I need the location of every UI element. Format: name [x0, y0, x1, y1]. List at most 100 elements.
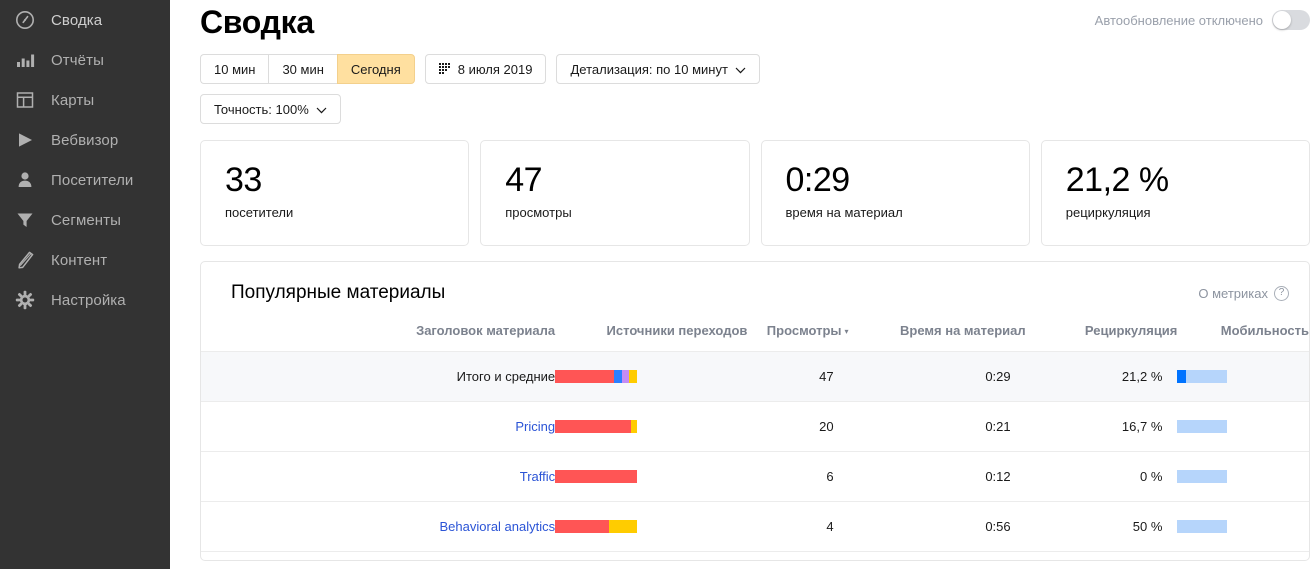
metric-card-views: 47 просмотры — [480, 140, 749, 246]
bar-segment-desktop — [1177, 520, 1227, 533]
mobility-stacked-bar — [1177, 520, 1227, 533]
page-header: Сводка Автообновление отключено — [170, 0, 1316, 44]
autoupdate-label: Автообновление отключено — [1095, 13, 1263, 28]
metric-label: рециркуляция — [1066, 205, 1309, 220]
table-row: Pricing 20 0:21 16,7 % — [201, 402, 1309, 452]
range-button-10min[interactable]: 10 мин — [200, 54, 268, 84]
cell-recirculation: 21,2 % — [1026, 352, 1178, 402]
sidebar-item-otchety[interactable]: Отчёты — [0, 40, 170, 80]
bar-segment-desktop — [1177, 470, 1227, 483]
table-row: Behavioral analytics 4 0:56 50 % — [201, 502, 1309, 552]
mobility-stacked-bar — [1177, 470, 1227, 483]
bar-chart-icon — [14, 49, 36, 71]
metric-value: 33 — [225, 161, 468, 199]
cell-views: 47 — [747, 352, 848, 402]
metric-card-visitors: 33 посетители — [200, 140, 469, 246]
about-metrics-link[interactable]: О метриках ? — [1198, 286, 1289, 301]
cell-title: Pricing — [201, 402, 555, 452]
popular-materials-panel: Популярные материалы О метриках ? Заголо… — [200, 261, 1310, 561]
cell-recirculation: 16,7 % — [1026, 402, 1178, 452]
detail-level-dropdown[interactable]: Детализация: по 10 минут — [556, 54, 759, 84]
metric-label: просмотры — [505, 205, 748, 220]
cell-mobility — [1177, 352, 1309, 402]
cell-views: 6 — [747, 452, 848, 502]
sidebar-item-vebvizor[interactable]: Вебвизор — [0, 120, 170, 160]
date-picker-label: 8 июля 2019 — [458, 62, 533, 77]
column-header-mobility[interactable]: Мобильность — [1177, 323, 1309, 352]
sidebar-item-posetiteli[interactable]: Посетители — [0, 160, 170, 200]
cell-views: 4 — [747, 502, 848, 552]
cell-time: 0:56 — [849, 502, 1026, 552]
cell-recirculation: 50 % — [1026, 502, 1178, 552]
column-header-views[interactable]: Просмотры▾ — [747, 323, 848, 352]
cell-sources — [555, 402, 747, 452]
range-button-today[interactable]: Сегодня — [337, 54, 415, 84]
person-icon — [14, 169, 36, 191]
sidebar-item-svodka[interactable]: Сводка — [0, 0, 170, 40]
date-picker-button[interactable]: 8 июля 2019 — [425, 54, 547, 84]
detail-level-label: Детализация: по 10 минут — [570, 62, 727, 77]
chevron-down-icon — [316, 102, 327, 117]
bar-segment-search — [629, 370, 637, 383]
sidebar-item-label: Настройка — [51, 292, 126, 309]
bar-segment-referral — [622, 370, 629, 383]
about-metrics-label: О метриках — [1198, 286, 1268, 301]
metric-value: 47 — [505, 161, 748, 199]
bar-segment-desktop — [1186, 370, 1227, 383]
pencil-icon — [14, 249, 36, 271]
column-header-title[interactable]: Заголовок материала — [201, 323, 555, 352]
time-range-group: 10 мин 30 мин Сегодня — [200, 54, 415, 84]
calendar-icon — [439, 63, 451, 75]
bar-segment-direct — [555, 420, 630, 433]
cell-time: 0:12 — [849, 452, 1026, 502]
material-link-traffic[interactable]: Traffic — [520, 469, 555, 484]
cell-time: 0:21 — [849, 402, 1026, 452]
question-circle-icon: ? — [1274, 286, 1289, 301]
sidebar-item-kontent[interactable]: Контент — [0, 240, 170, 280]
autoupdate-control[interactable]: Автообновление отключено — [1095, 10, 1310, 30]
sources-stacked-bar — [555, 420, 637, 433]
autoupdate-toggle[interactable] — [1272, 10, 1310, 30]
panel-title: Популярные материалы — [231, 282, 445, 304]
accuracy-dropdown[interactable]: Точность: 100% — [200, 94, 341, 124]
column-header-views-label: Просмотры — [767, 323, 842, 338]
cell-mobility — [1177, 502, 1309, 552]
metric-label: посетители — [225, 205, 468, 220]
main-content: Сводка Автообновление отключено 10 мин 3… — [170, 0, 1316, 569]
bar-segment-desktop — [1177, 420, 1227, 433]
metric-card-recirculation: 21,2 % рециркуляция — [1041, 140, 1310, 246]
chevron-down-icon — [735, 62, 746, 77]
bar-segment-direct — [555, 520, 609, 533]
table-row: Итого и средние 47 0:29 21,2 % — [201, 352, 1309, 402]
column-header-recirculation[interactable]: Рециркуляция — [1026, 323, 1178, 352]
sources-stacked-bar — [555, 520, 637, 533]
metric-value: 0:29 — [786, 161, 1029, 199]
cell-sources — [555, 352, 747, 402]
material-link-behavioral-analytics[interactable]: Behavioral analytics — [440, 519, 556, 534]
column-header-time[interactable]: Время на материал — [849, 323, 1026, 352]
sidebar-item-segmenty[interactable]: Сегменты — [0, 200, 170, 240]
sidebar-item-label: Отчёты — [51, 52, 104, 69]
layout-icon — [14, 89, 36, 111]
metric-card-time: 0:29 время на материал — [761, 140, 1030, 246]
sources-stacked-bar — [555, 470, 637, 483]
app-root: Сводка Отчёты Карты Вебвизор Посетители — [0, 0, 1316, 569]
toolbar-secondary: Точность: 100% — [170, 94, 1316, 124]
cell-views: 20 — [747, 402, 848, 452]
table-header: Заголовок материала Источники переходов … — [201, 323, 1309, 352]
bar-segment-direct — [555, 470, 637, 483]
metric-value: 21,2 % — [1066, 161, 1309, 199]
table-header-row: Заголовок материала Источники переходов … — [201, 323, 1309, 352]
sort-descending-icon: ▾ — [845, 327, 849, 336]
column-header-sources[interactable]: Источники переходов — [555, 323, 747, 352]
sidebar-item-karty[interactable]: Карты — [0, 80, 170, 120]
material-link-pricing[interactable]: Pricing — [515, 419, 555, 434]
sidebar: Сводка Отчёты Карты Вебвизор Посетители — [0, 0, 170, 569]
sidebar-item-nastroyka[interactable]: Настройка — [0, 280, 170, 320]
toolbar: 10 мин 30 мин Сегодня 8 июля 2019 — [170, 54, 1316, 84]
range-button-30min[interactable]: 30 мин — [268, 54, 336, 84]
cell-sources — [555, 452, 747, 502]
gear-icon — [14, 289, 36, 311]
sidebar-item-label: Посетители — [51, 172, 133, 189]
cell-mobility — [1177, 452, 1309, 502]
